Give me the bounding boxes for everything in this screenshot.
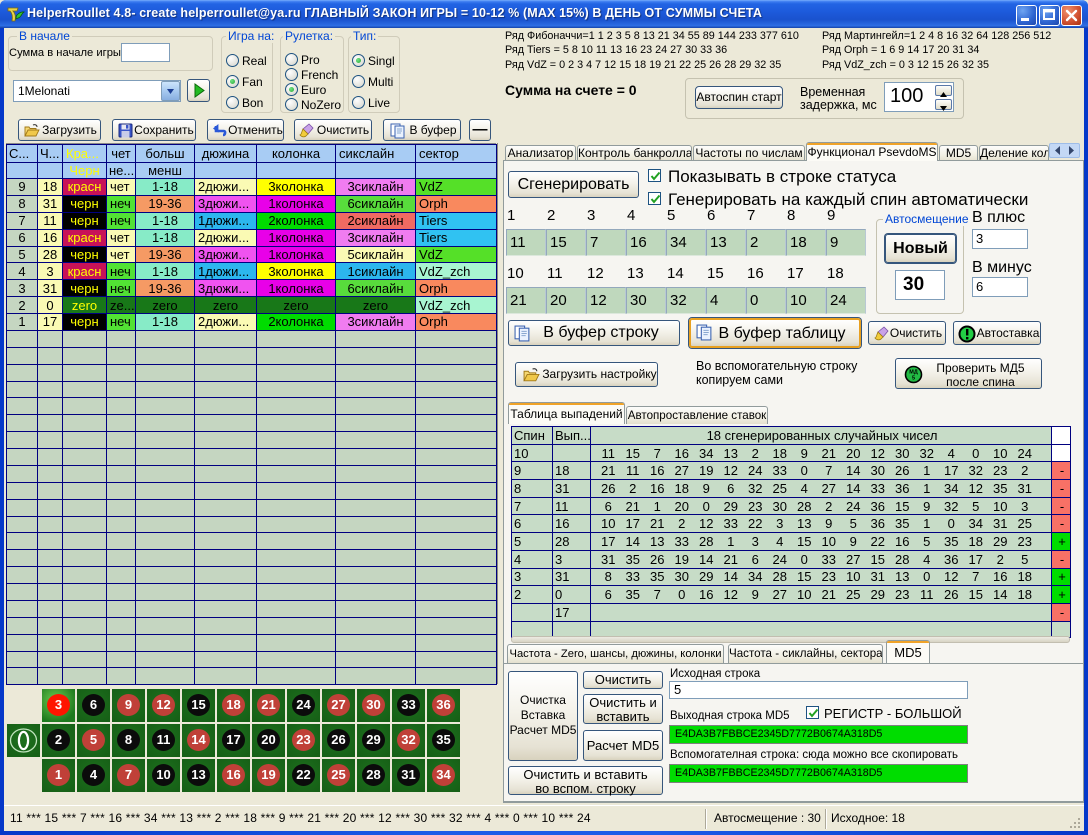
svg-text:5: 5 bbox=[912, 376, 915, 382]
